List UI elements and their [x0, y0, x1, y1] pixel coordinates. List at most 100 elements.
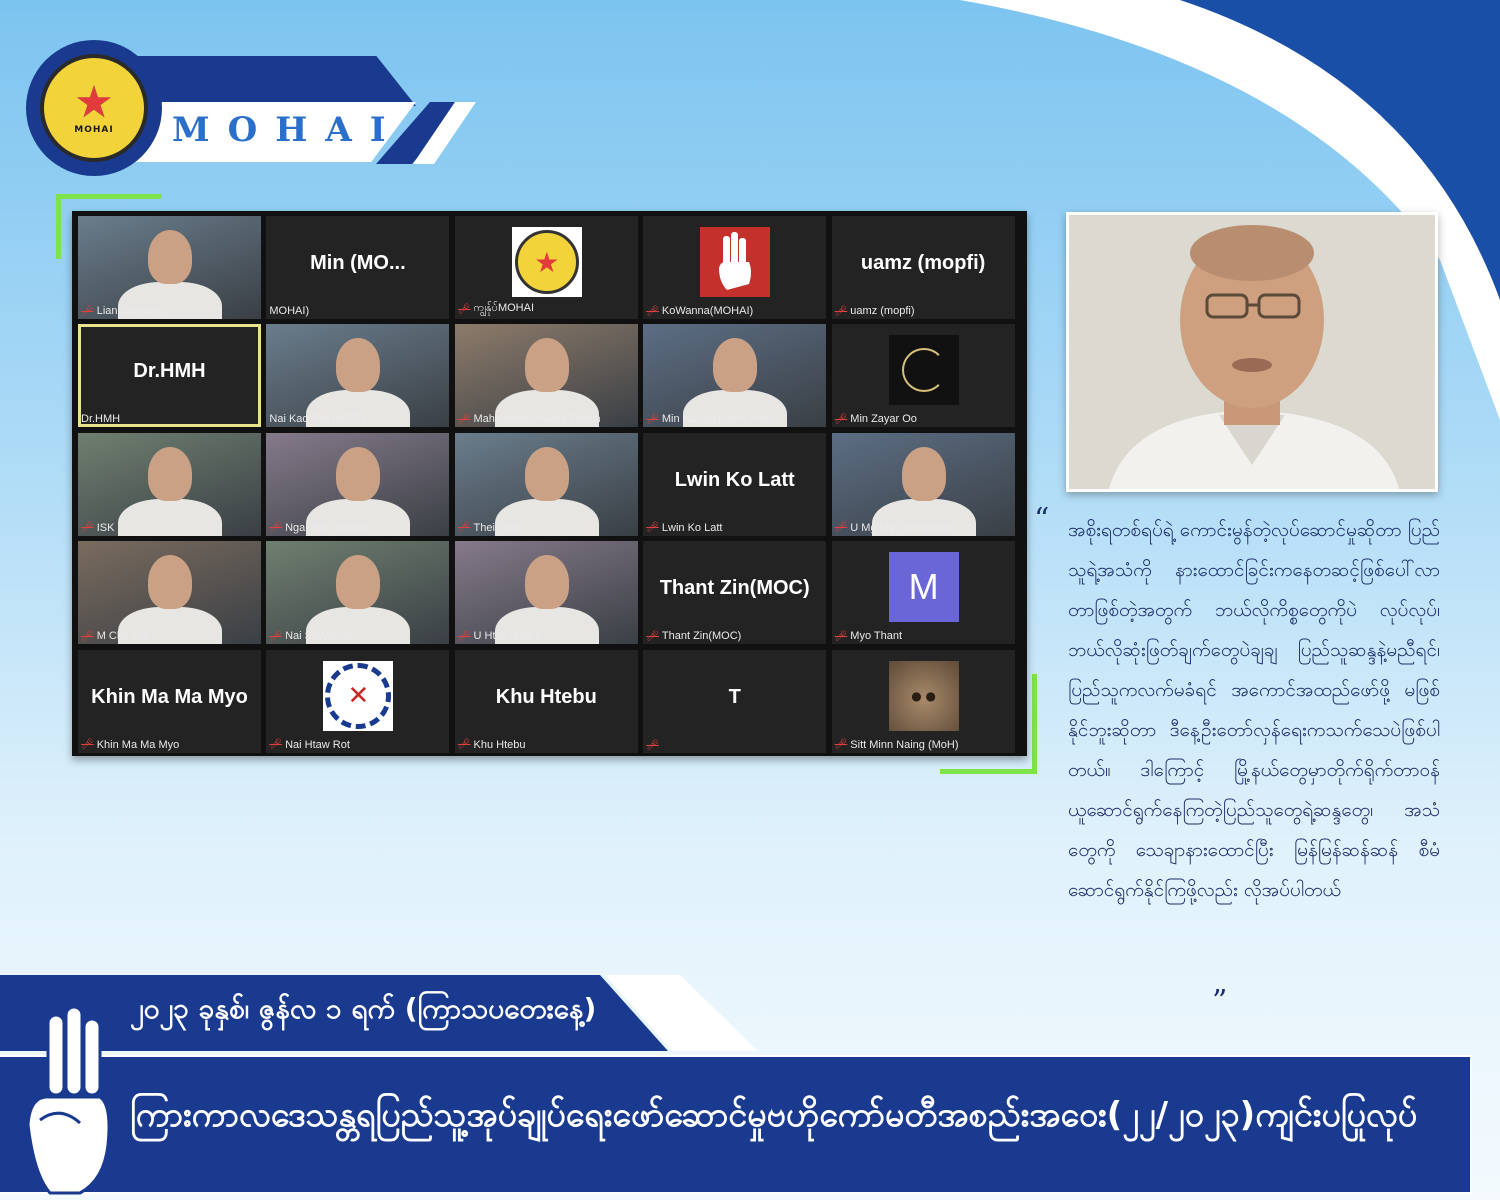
- participant-label-text: ISK: [96, 521, 115, 534]
- participant-label-text: ကျွန်ုပ်MOHAI: [473, 302, 535, 314]
- participant-label: 🎤︎ Myo Thant: [835, 630, 902, 642]
- participant-tile[interactable]: uamz (mopfi) 🎤︎ uamz (mopfi): [831, 216, 1015, 319]
- mohai-emblem: ★ MOHAI: [26, 40, 162, 176]
- participant-label-text: Sitt Minn Naing (MoH): [850, 738, 959, 751]
- participant-label: 🎤︎: [646, 740, 662, 751]
- participant-tile[interactable]: ● ● 🎤︎ Sitt Minn Naing (MoH): [831, 649, 1015, 753]
- muted-mic-icon: 🎤︎: [81, 630, 94, 642]
- participant-tile[interactable]: ★ 🎤︎ ကျွန်ုပ်MOHAI: [454, 216, 638, 319]
- participant-label: 🎤︎ Lwin Ko Latt: [646, 522, 722, 534]
- participant-video-face: [713, 338, 758, 393]
- avatar-initial: M: [888, 552, 959, 623]
- participant-label-text: Min Naung Khine (MoJ): [661, 413, 778, 426]
- participant-tile[interactable]: Nai Kao Rot (MOD): [266, 324, 450, 428]
- participant-video-face: [336, 555, 381, 610]
- participant-tile[interactable]: 🎤︎ Min Zayar Oo: [831, 324, 1015, 428]
- participant-display-name: Khu Htebu: [495, 685, 597, 708]
- participant-display-name: Min (MO...: [310, 252, 406, 274]
- cat-photo: ● ●: [888, 660, 959, 731]
- participant-tile[interactable]: 🎤︎ U Htay (MoL): [454, 541, 638, 645]
- participant-label-text: KoWanna(MOHAI): [661, 305, 754, 317]
- muted-mic-icon: 🎤︎: [269, 630, 283, 642]
- participant-tile[interactable]: 🎤︎ U Mg Mg Swe(MOD): [831, 432, 1015, 536]
- participant-video-face: [148, 230, 192, 284]
- active-speaker-video: [1066, 212, 1438, 492]
- video-conference-grid: 🎤︎ Lian Sakhong Min (MO... MOHAI) ★ 🎤︎ ကျွန်ုပ…: [72, 211, 1027, 756]
- participant-label-text: MOHAI): [269, 305, 310, 317]
- muted-mic-icon: 🎤︎: [646, 522, 659, 534]
- participant-tile[interactable]: 🎤︎ Thein Oo: [454, 432, 638, 536]
- star-icon: ★: [74, 77, 114, 128]
- participant-tile[interactable]: T 🎤︎: [643, 649, 827, 753]
- muted-mic-icon: 🎤︎: [269, 739, 283, 751]
- muted-mic-icon: 🎤︎: [81, 305, 94, 317]
- participant-label: 🎤︎ M Chit Tun: [81, 630, 150, 642]
- participant-display-name: Thant Zin(MOC): [659, 577, 810, 600]
- participant-tile[interactable]: Lwin Ko Latt 🎤︎ Lwin Ko Latt: [643, 432, 827, 536]
- muted-mic-icon: 🎤︎: [834, 413, 848, 425]
- brand-title: MOHAI: [172, 110, 404, 150]
- muted-mic-icon: 🎤︎: [834, 522, 848, 534]
- participant-label: MOHAI): [269, 305, 309, 317]
- muted-mic-icon: 🎤︎: [834, 739, 848, 751]
- participant-label-text: Khu Htebu: [473, 738, 526, 751]
- participant-tile[interactable]: 🎤︎ M Chit Tun: [78, 541, 261, 645]
- muted-mic-icon: 🎤︎: [646, 305, 659, 317]
- participant-tile[interactable]: Dr.HMH Dr.HMH: [78, 324, 261, 428]
- participant-label-text: Lwin Ko Latt: [661, 521, 723, 534]
- participant-label-text: Thein Oo: [473, 521, 519, 534]
- participant-tile[interactable]: 🎤︎ KoWanna(MOHAI): [643, 216, 827, 319]
- quote-text: အစိုးရတစ်ရပ်ရဲ့ ကောင်းမွန်တဲ့လုပ်ဆောင်မှ…: [1068, 519, 1440, 901]
- participant-label-text: Ngai Tam Maung: [285, 521, 369, 534]
- participant-label-text: M Chit Tun: [96, 630, 150, 643]
- participant-label: 🎤︎ KoWanna(MOHAI): [646, 305, 753, 317]
- muted-mic-icon: 🎤︎: [646, 739, 659, 751]
- participant-tile[interactable]: M 🎤︎ Myo Thant: [831, 541, 1015, 645]
- participant-video-face: [148, 555, 192, 610]
- muted-mic-icon: 🎤︎: [834, 305, 848, 317]
- muted-mic-icon: 🎤︎: [834, 630, 848, 642]
- participant-label: 🎤︎ Min Zayar Oo: [835, 413, 917, 425]
- participant-label-text: Myo Thant: [850, 630, 903, 643]
- participant-label: Nai Kao Rot (MOD): [269, 413, 364, 425]
- participant-label-text: Thant Zin(MOC): [661, 630, 742, 643]
- participant-video-face: [524, 446, 569, 501]
- salute-icon: [700, 227, 771, 297]
- participant-tile[interactable]: ✕ 🎤︎ Nai Htaw Rot: [266, 649, 450, 753]
- participant-label-text: Nai Htaw Rot: [285, 738, 350, 751]
- participant-tile[interactable]: Min (MO... MOHAI): [266, 216, 450, 319]
- mohai-logo-icon: ★: [511, 227, 582, 297]
- participant-tile[interactable]: 🎤︎ Nai SuWunna: [266, 541, 450, 645]
- participant-label: 🎤︎ Mahn Winn Khaing Thann: [458, 413, 601, 425]
- muted-mic-icon: 🎤︎: [646, 413, 659, 425]
- participant-label: 🎤︎ Nai Htaw Rot: [269, 739, 350, 751]
- muted-mic-icon: 🎤︎: [457, 630, 471, 642]
- participant-tile[interactable]: Khin Ma Ma Myo 🎤︎ Khin Ma Ma Myo: [78, 649, 261, 753]
- participant-label-text: Min Zayar Oo: [850, 413, 917, 426]
- participant-video-face: [336, 446, 381, 501]
- participant-tile[interactable]: Khu Htebu 🎤︎ Khu Htebu: [454, 649, 638, 753]
- participant-tile[interactable]: 🎤︎ Lian Sakhong: [78, 216, 261, 319]
- participant-tile[interactable]: 🎤︎ Ngai Tam Maung: [266, 432, 450, 536]
- quote-open-mark: “: [1034, 502, 1050, 537]
- participant-tile[interactable]: Thant Zin(MOC) 🎤︎ Thant Zin(MOC): [643, 541, 827, 645]
- participant-tile[interactable]: 🎤︎ Min Naung Khine (MoJ): [643, 324, 827, 428]
- participant-label: Dr.HMH: [81, 413, 120, 425]
- participant-label: 🎤︎ ISK: [81, 522, 114, 534]
- participant-display-name: Dr.HMH: [133, 360, 206, 383]
- participant-display-name: Khin Ma Ma Myo: [91, 685, 248, 708]
- emblem-inner: ★ MOHAI: [40, 54, 148, 162]
- muted-mic-icon: 🎤︎: [81, 739, 94, 751]
- participant-label: 🎤︎ Nai SuWunna: [269, 630, 352, 642]
- participant-label: 🎤︎ U Htay (MoL): [458, 630, 539, 642]
- meeting-title: ကြားကာလဒေသန္တရပြည်သူ့အုပ်ချုပ်ရေးဖော်ဆော…: [130, 1095, 1418, 1135]
- muted-mic-icon: 🎤︎: [81, 522, 94, 534]
- meeting-date: ၂၀၂၃ ခုနှစ်၊ ဇွန်လ ၁ ရက် (ကြာသပတေးနေ့): [130, 992, 597, 1025]
- participant-label-text: uamz (mopfi): [850, 305, 915, 317]
- participant-tile[interactable]: 🎤︎ Mahn Winn Khaing Thann: [454, 324, 638, 428]
- participant-label: 🎤︎ ကျွန်ုပ်MOHAI: [458, 301, 534, 317]
- participant-tile[interactable]: 🎤︎ ISK: [78, 432, 261, 536]
- participant-label: 🎤︎ Ngai Tam Maung: [269, 522, 368, 534]
- participant-label-text: Nai SuWunna: [285, 630, 353, 643]
- participant-display-name: T: [728, 685, 741, 708]
